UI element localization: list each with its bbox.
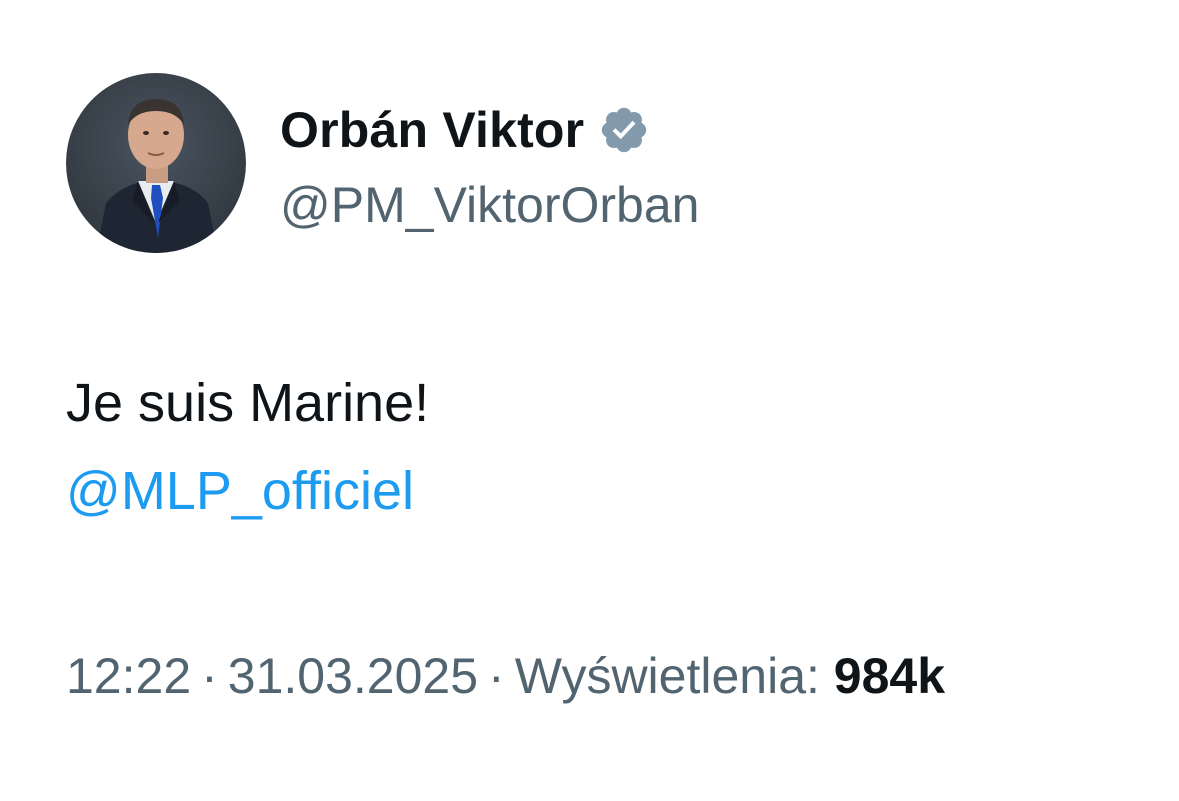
mention-link[interactable]: @MLP_officiel: [66, 458, 414, 524]
author-name-row: Orbán Viktor: [280, 98, 650, 162]
author-avatar[interactable]: [66, 73, 246, 253]
verified-badge-icon: [598, 104, 650, 156]
author-display-name[interactable]: Orbán Viktor: [280, 101, 584, 159]
avatar-photo-icon: [66, 73, 246, 253]
views-label: Wyświetlenia:: [514, 648, 820, 704]
tweet-text: Je suis Marine!: [66, 373, 430, 433]
author-handle[interactable]: @PM_ViktorOrban: [280, 176, 699, 234]
tweet-time[interactable]: 12:22: [66, 648, 191, 704]
tweet-meta: 12:22 · 31.03.2025 · Wyświetlenia: 984k: [66, 644, 945, 708]
tweet-date[interactable]: 31.03.2025: [228, 648, 478, 704]
meta-separator: ·: [488, 648, 505, 704]
views-count[interactable]: 984k: [834, 648, 945, 704]
tweet-card: Orbán Viktor @PM_ViktorOrban Je suis Mar…: [0, 0, 1179, 801]
meta-separator: ·: [201, 648, 218, 704]
